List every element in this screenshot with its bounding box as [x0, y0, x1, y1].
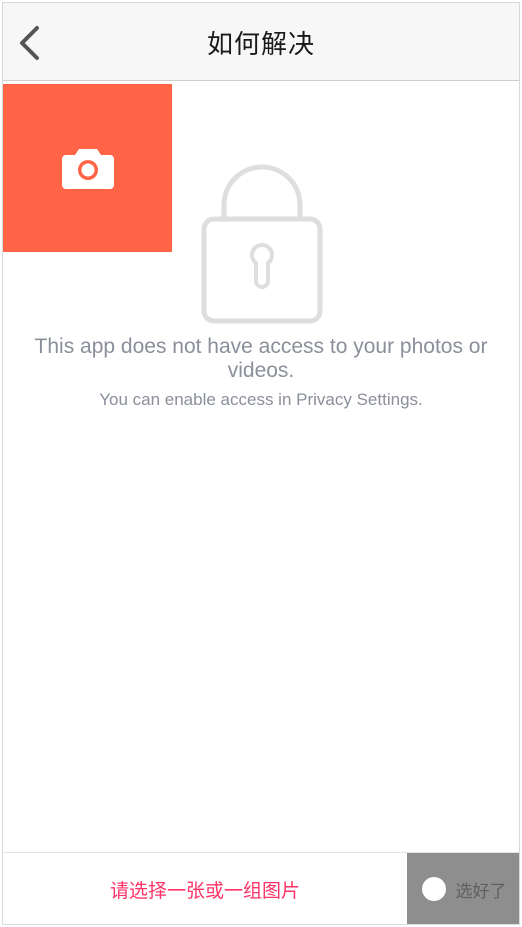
bottom-bar: 请选择一张或一组图片 选好了 — [3, 852, 519, 924]
lock-icon — [201, 164, 323, 324]
selection-hint: 请选择一张或一组图片 — [109, 879, 300, 902]
page-title: 如何解决 — [206, 29, 315, 60]
app-screen: 如何解决 This app does not have access to yo… — [2, 2, 520, 925]
permission-message: This app does not have access to your ph… — [34, 335, 488, 382]
camera-icon — [61, 149, 114, 189]
permission-hint: You can enable access in Privacy Setting… — [99, 390, 423, 409]
radio-circle-icon — [421, 877, 446, 901]
navigation-bar: 如何解决 — [3, 3, 519, 81]
done-label: 选好了 — [455, 881, 507, 902]
done-button[interactable]: 选好了 — [407, 853, 519, 924]
camera-button[interactable] — [3, 84, 172, 252]
